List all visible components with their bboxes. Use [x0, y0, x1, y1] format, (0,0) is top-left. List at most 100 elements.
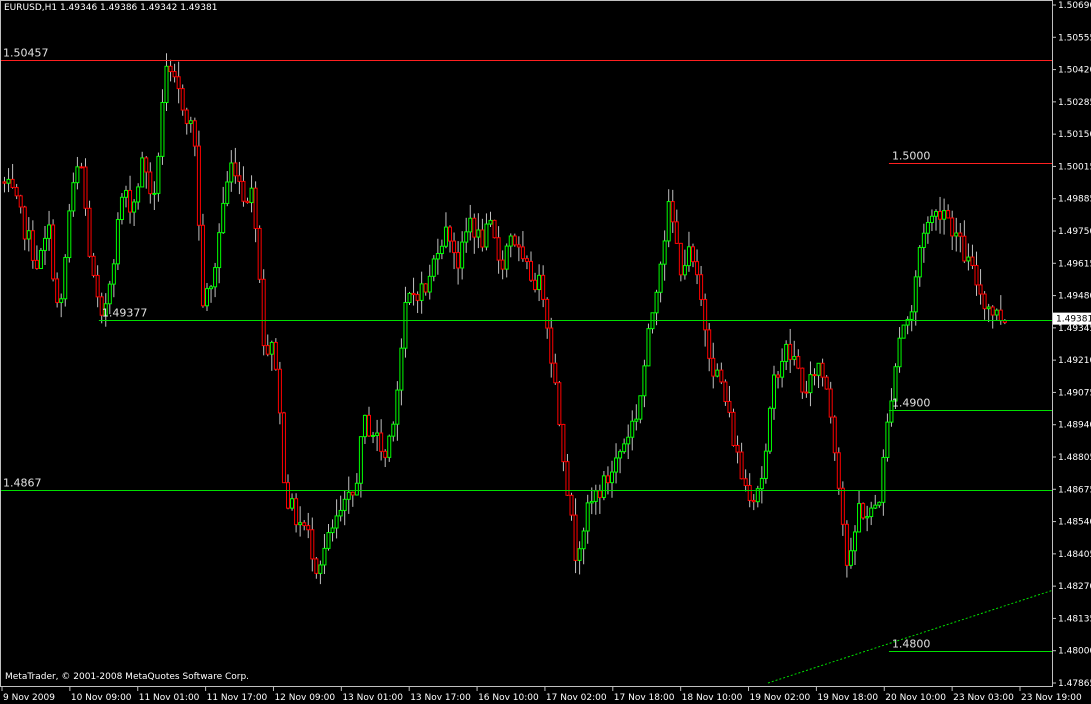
candle-body	[848, 550, 853, 566]
candle-body	[330, 527, 335, 534]
candle-body	[998, 309, 1003, 322]
candle-body	[257, 227, 262, 280]
candle-body	[581, 530, 586, 550]
candle-body	[403, 301, 408, 349]
candle-body	[156, 155, 161, 194]
candle-body	[715, 369, 720, 377]
candle-body	[970, 256, 975, 266]
candle-body	[618, 451, 623, 459]
candle-body	[707, 329, 712, 359]
candle-body	[233, 162, 238, 177]
candle-body	[533, 279, 538, 291]
candle-body	[261, 278, 266, 347]
candle-body	[358, 436, 363, 484]
candle-body	[553, 362, 558, 384]
y-tick-label: 1.50150	[1058, 130, 1091, 140]
candle-body	[496, 237, 501, 261]
candle-body	[508, 235, 513, 247]
candle-body	[59, 298, 64, 303]
candle-body	[221, 202, 226, 234]
candle-body	[241, 180, 246, 202]
candle-body	[577, 548, 582, 561]
candle-body	[200, 224, 205, 307]
candle-body	[249, 187, 254, 204]
y-tick-label: 1.48000	[1058, 647, 1091, 657]
candle-body	[229, 162, 234, 183]
candle-body	[26, 230, 31, 240]
y-tick-label: 1.49480	[1058, 292, 1091, 302]
candle-body	[476, 229, 481, 238]
candle-body	[79, 166, 84, 169]
chart-window[interactable]: 1.50457 1.5000 1.49377 1.4900 1.4867 1.4800 1…	[0, 0, 1091, 704]
candle-body	[840, 487, 845, 525]
candle-body	[674, 221, 679, 244]
candle-body	[443, 226, 448, 247]
candle-body	[589, 500, 594, 504]
candle-body	[322, 547, 327, 566]
candle-body	[844, 523, 849, 566]
candle-body	[938, 211, 943, 220]
candles-layer	[2, 53, 1007, 585]
candle-body	[958, 232, 963, 237]
candle-body	[435, 253, 440, 260]
trendline	[767, 589, 1053, 684]
candle-body	[569, 494, 574, 516]
candle-body	[395, 389, 400, 425]
candle-body	[310, 529, 315, 560]
candle-body	[601, 475, 606, 498]
price-chart[interactable]: 1.50457 1.5000 1.49377 1.4900 1.4867 1.4800 1…	[0, 0, 1091, 704]
y-tick-label: 1.50690	[1058, 1, 1091, 11]
candle-body	[946, 210, 951, 219]
candle-body	[472, 217, 477, 238]
candle-body	[265, 345, 270, 355]
candle-body	[326, 532, 331, 549]
candle-body	[869, 507, 874, 518]
candle-body	[767, 407, 772, 452]
price-axis: 1.50690 1.50555 1.50420 1.50285 1.50150 1.500…	[1052, 1, 1091, 689]
candle-body	[836, 452, 841, 489]
candle-body	[245, 200, 250, 204]
candle-body	[119, 196, 124, 221]
level-label: 1.4800	[892, 638, 931, 651]
candle-body	[334, 515, 339, 529]
candle-body	[152, 192, 157, 195]
candle-body	[990, 306, 995, 316]
candle-body	[857, 503, 862, 533]
x-tick-label: 23 Nov 03:00	[953, 693, 1014, 703]
candle-body	[253, 187, 258, 229]
candle-body	[695, 261, 700, 276]
candle-body	[593, 490, 598, 502]
candle-body	[184, 109, 189, 124]
candle-body	[727, 400, 732, 413]
candle-body	[431, 258, 436, 277]
candle-body	[460, 241, 465, 269]
y-tick-label: 1.49615	[1058, 259, 1091, 269]
candle-body	[30, 230, 35, 261]
y-tick-label: 1.49210	[1058, 356, 1091, 366]
candle-body	[504, 245, 509, 270]
x-tick-label: 20 Nov 10:00	[885, 693, 946, 703]
candle-body	[217, 232, 222, 269]
candle-body	[901, 324, 906, 339]
candle-body	[387, 435, 392, 458]
levels-layer: 1.50457 1.5000 1.49377 1.4900 1.4867 1.4800	[0, 47, 1052, 652]
candle-body	[115, 219, 120, 265]
candle-body	[820, 362, 825, 378]
candle-body	[342, 498, 347, 511]
candle-body	[107, 283, 112, 305]
candle-body	[391, 423, 396, 437]
time-axis: 9 Nov 2009 10 Nov 09:00 11 Nov 01:00 11 Nov…	[1, 687, 1082, 703]
candle-body	[205, 288, 209, 307]
candle-body	[362, 414, 367, 438]
candle-body	[545, 298, 550, 329]
candle-body	[759, 477, 764, 490]
candle-body	[909, 311, 914, 320]
y-tick-label: 1.48135	[1058, 614, 1091, 624]
candle-body	[853, 531, 857, 552]
candle-body	[71, 182, 76, 212]
y-tick-label: 1.49345	[1058, 324, 1091, 334]
candle-body	[338, 509, 343, 517]
candle-body	[881, 456, 886, 503]
candle-body	[144, 157, 149, 173]
candle-body	[488, 219, 493, 225]
